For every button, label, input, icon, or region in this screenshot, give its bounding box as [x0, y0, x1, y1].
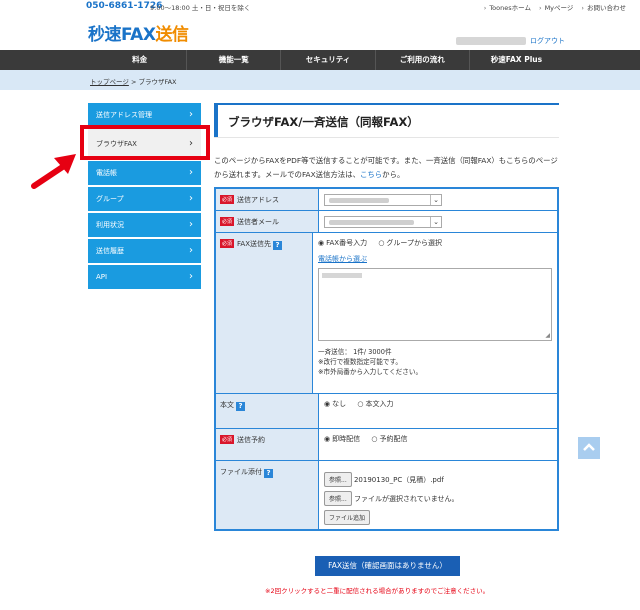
help-icon[interactable]: ?	[236, 402, 245, 411]
top-info-bar: 050-6861-1726 9:00〜18:00 土・日・祝日を除く Toone…	[0, 0, 640, 12]
sidebar-item-usage[interactable]: 利用状況 ›	[88, 213, 201, 237]
fax-number-textarea[interactable]: ◢	[318, 268, 552, 341]
logout-link[interactable]: ログアウト	[530, 36, 565, 46]
radio-body-input[interactable]: 本文入力	[357, 399, 393, 409]
browse-button-2[interactable]: 参照...	[324, 491, 352, 506]
sidebar-item-group[interactable]: グループ ›	[88, 187, 201, 211]
chevron-right-icon: ›	[189, 219, 193, 230]
mail-fax-link[interactable]: こちら	[360, 170, 382, 179]
chevron-right-icon: ›	[189, 245, 193, 256]
radio-fax-number-input[interactable]: FAX番号入力	[318, 238, 367, 248]
note-area-code: ※市外局番から入力してください。	[318, 368, 423, 376]
form-row-fax-dest: 必須FAX送信先? FAX番号入力 グループから選択 電話帳から選ぶ ◢ 一斉送…	[216, 233, 557, 394]
browse-button-1[interactable]: 参照...	[324, 472, 352, 487]
business-hours: 9:00〜18:00 土・日・祝日を除く	[150, 4, 251, 12]
intro-text: このページからFAXをPDF等で送信することが可能です。また、一斉送信（同報FA…	[214, 156, 558, 179]
required-badge: 必須	[220, 217, 235, 226]
site-logo[interactable]: 秒速FAX送信	[88, 20, 189, 45]
fax-form: 必須送信アドレス ⌄ 必須送信者メール ⌄ 必須FAX送信先? FAX番号入力 …	[214, 187, 559, 531]
sidebar-item-phonebook[interactable]: 電話帳 ›	[88, 161, 201, 185]
page-top-button[interactable]	[578, 437, 600, 459]
breadcrumb-bar: トップページ > ブラウザFAX	[0, 70, 640, 90]
double-click-warning: ※2回クリックすると二重に配信される場合がありますのでご注意ください。	[265, 587, 490, 595]
chevron-right-icon: ›	[189, 167, 193, 178]
main-content: ブラウザFAX/一斉送信（同報FAX） このページからFAXをPDF等で送信する…	[214, 103, 559, 182]
add-file-button[interactable]: ファイル追加	[324, 510, 371, 525]
form-row-schedule: 必須送信予約 即時配信 予約配信	[216, 429, 557, 461]
radio-send-reserve[interactable]: 予約配信	[371, 434, 407, 444]
help-icon[interactable]: ?	[272, 241, 282, 250]
sender-address-select[interactable]: ⌄	[324, 194, 442, 206]
fax-send-button[interactable]: FAX送信（確認画面はありません）	[315, 556, 460, 576]
top-link-toones-home[interactable]: Toonesホーム	[484, 2, 531, 12]
chevron-right-icon: ›	[189, 109, 193, 120]
file2-name: ファイルが選択されていません。	[353, 495, 459, 503]
form-row-attach: ファイル添付? 参照... 20190130_PC（見積）.pdf 参照... …	[216, 461, 557, 529]
radio-send-now[interactable]: 即時配信	[324, 434, 360, 444]
phonebook-link[interactable]: 電話帳から選ぶ	[318, 255, 367, 263]
chevron-right-icon: ›	[189, 193, 193, 204]
chevron-down-icon: ⌄	[430, 195, 441, 205]
top-links: Toonesホーム Myページ お問い合わせ	[484, 2, 626, 12]
red-arrow-icon	[31, 154, 76, 189]
breadcrumb-home[interactable]: トップページ	[90, 78, 129, 86]
form-row-sender-email: 必須 送信者メール ⌄	[216, 211, 557, 233]
top-link-mypage[interactable]: Myページ	[539, 2, 574, 12]
sidebar-item-api[interactable]: API ›	[88, 265, 201, 289]
sender-email-select[interactable]: ⌄	[324, 216, 442, 228]
help-icon[interactable]: ?	[264, 469, 273, 478]
breadcrumb: トップページ > ブラウザFAX	[90, 78, 177, 86]
chevron-down-icon: ⌄	[430, 217, 441, 227]
required-badge: 必須	[220, 239, 235, 248]
nav-item-pricing[interactable]: 料金	[93, 50, 188, 70]
chevron-right-icon: ›	[189, 271, 193, 282]
sidebar-item-history[interactable]: 送信履歴 ›	[88, 239, 201, 263]
nav-item-features[interactable]: 機能一覧	[187, 50, 282, 70]
form-row-sender-address: 必須 送信アドレス ⌄	[216, 189, 557, 211]
highlight-box	[80, 125, 210, 160]
nav-item-plus[interactable]: 秒速FAX Plus	[470, 50, 563, 70]
global-nav: 料金 機能一覧 セキュリティ ご利用の流れ 秒速FAX Plus	[0, 50, 640, 70]
required-badge: 必須	[220, 195, 235, 204]
top-link-contact[interactable]: お問い合わせ	[581, 2, 626, 12]
user-name-redacted	[456, 37, 526, 45]
radio-body-none[interactable]: なし	[324, 399, 346, 409]
send-count: 一斉送信： 1件/ 3000件	[318, 348, 392, 356]
chevron-up-icon	[583, 443, 595, 451]
file1-name: 20190130_PC（見積）.pdf	[353, 476, 444, 484]
nav-item-flow[interactable]: ご利用の流れ	[376, 50, 470, 70]
resize-handle-icon[interactable]: ◢	[545, 332, 550, 339]
nav-item-security[interactable]: セキュリティ	[281, 50, 376, 70]
radio-group-select[interactable]: グループから選択	[378, 238, 442, 248]
page-title: ブラウザFAX/一斉送信（同報FAX）	[214, 103, 559, 137]
sidebar-item-sender-address[interactable]: 送信アドレス管理 ›	[88, 103, 201, 127]
note-multiline: ※改行で複数指定可能です。	[318, 358, 402, 366]
breadcrumb-current: ブラウザFAX	[138, 78, 177, 86]
required-badge: 必須	[220, 435, 235, 444]
form-row-body: 本文? なし 本文入力	[216, 394, 557, 429]
